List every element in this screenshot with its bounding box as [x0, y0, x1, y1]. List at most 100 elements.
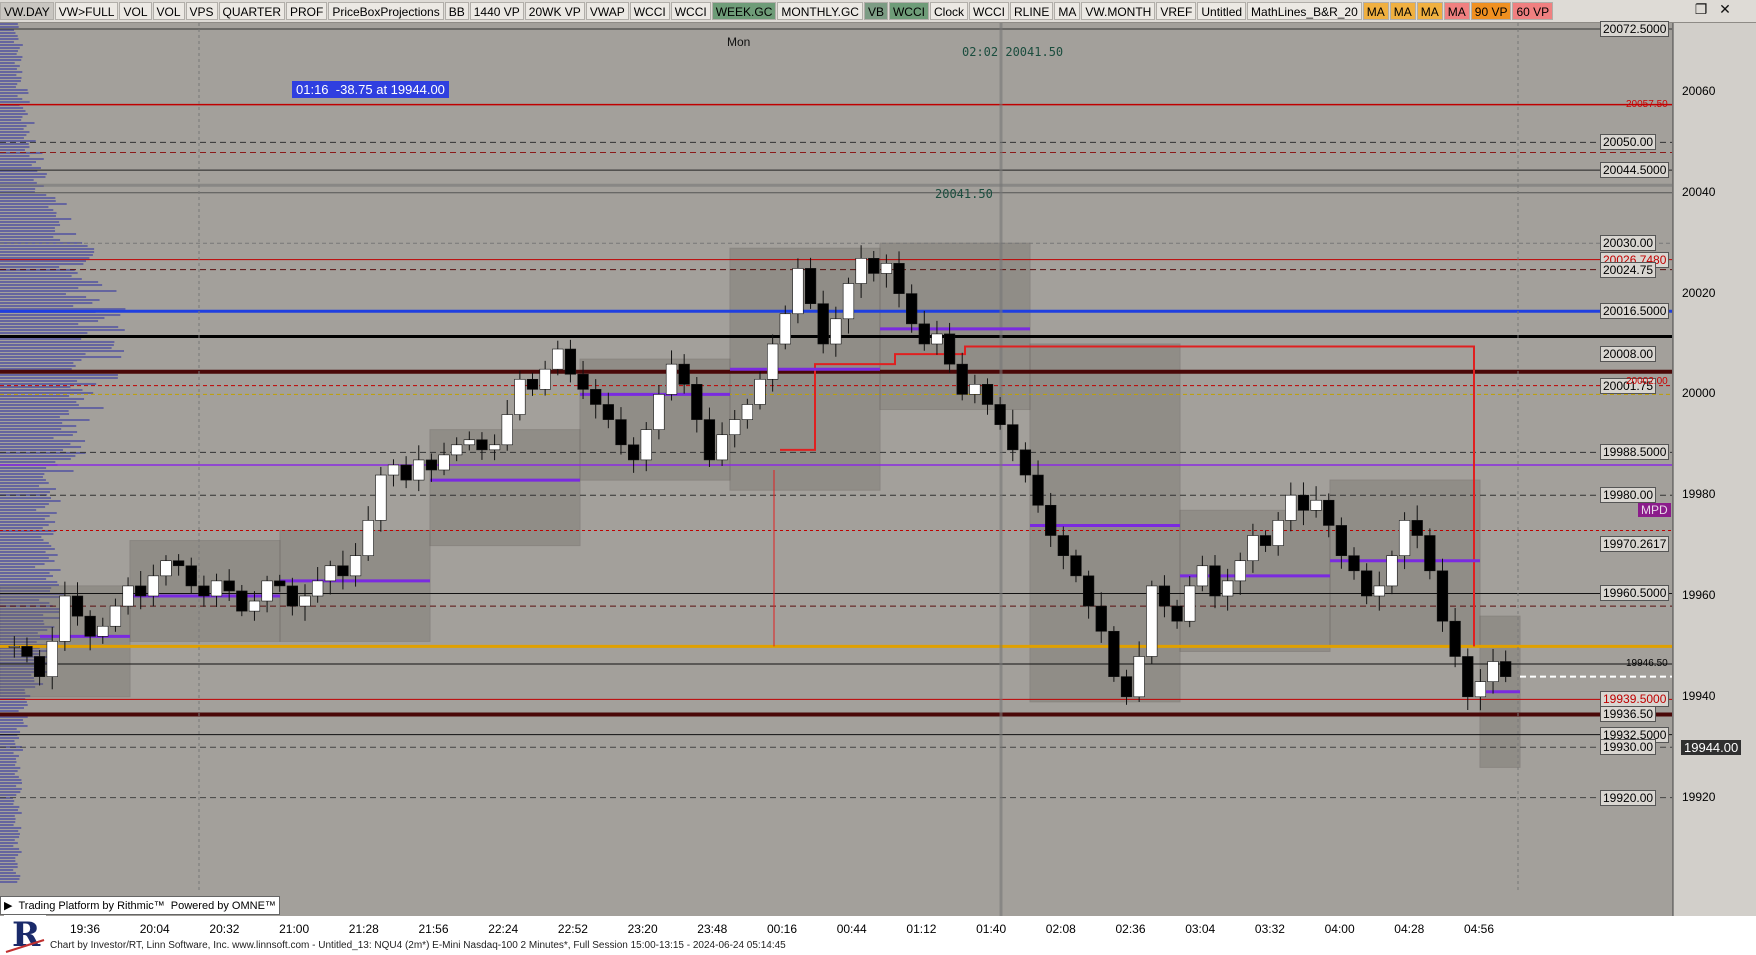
toolbar-button-ma[interactable]: MA [1389, 2, 1416, 20]
price-level-tag: 20030.00 [1600, 235, 1657, 252]
volume-profile-bar [0, 404, 79, 406]
volume-profile-bar [0, 524, 49, 526]
candle-body [539, 368, 551, 390]
volume-profile-bar [0, 26, 19, 28]
volume-profile-bar [0, 167, 41, 169]
toolbar-button-ma[interactable]: MA [1416, 2, 1443, 20]
volume-profile-bar [0, 788, 22, 790]
toolbar-button-clock[interactable]: Clock [929, 2, 968, 20]
toolbar-button-vol[interactable]: VOL [119, 2, 152, 20]
volume-profile-bar [0, 44, 23, 46]
volume-profile-bar [0, 32, 16, 34]
toolbar-button-mathlines-b-r-20[interactable]: MathLines_B&R_20 [1247, 2, 1362, 20]
candle-body [501, 414, 513, 446]
volume-profile-bar [0, 569, 61, 571]
candle-body [1082, 575, 1095, 607]
toolbar-button-week-gc[interactable]: WEEK.GC [711, 2, 777, 20]
toolbar-button-vwap[interactable]: VWAP [585, 2, 629, 20]
volume-profile-bar [0, 791, 21, 793]
volume-profile-bar [0, 41, 14, 43]
toolbar-button-wcci[interactable]: WCCI [629, 2, 670, 20]
volume-profile-bar [0, 881, 18, 883]
volume-profile-bar [0, 503, 49, 505]
volume-profile-bar [0, 344, 114, 346]
toolbar-button-wcci[interactable]: WCCI [670, 2, 711, 20]
toolbar-button-90-vp[interactable]: 90 VP [1470, 2, 1512, 20]
volume-profile-bar [0, 446, 82, 448]
volume-profile-bar [0, 518, 45, 520]
volume-profile-bar [0, 281, 99, 283]
candle-body [842, 283, 855, 320]
volume-profile-bar [0, 68, 17, 70]
candle-body [1070, 555, 1082, 577]
time-tick-label: 04:00 [1324, 922, 1355, 936]
volume-profile-bar [0, 761, 17, 763]
toolbar-button-prof[interactable]: PROF [285, 2, 328, 20]
indicator-toolbar: VW.DAY VW>FULL VOL VOL VPS QUARTER PROF PriceBo… [0, 0, 1756, 23]
toolbar-button-quarter[interactable]: QUARTER [218, 2, 285, 20]
close-icon[interactable]: ✕ [1716, 2, 1734, 19]
volume-profile-bar [0, 557, 49, 559]
volume-profile-bar [0, 332, 88, 334]
candle-body [943, 333, 956, 365]
toolbar-button-1440-vp[interactable]: 1440 VP [469, 2, 524, 20]
volume-profile-bar [0, 752, 14, 754]
price-level-tag: 20008.00 [1600, 346, 1657, 363]
toolbar-button-untitled[interactable]: Untitled [1197, 2, 1247, 20]
toolbar-button-vw-day[interactable]: VW.DAY [0, 2, 54, 20]
volume-profile-bar [0, 878, 20, 880]
toolbar-button-ma[interactable]: MA [1443, 2, 1470, 20]
candle-body [1095, 605, 1107, 632]
volume-profile-bar [0, 353, 86, 355]
volume-profile-bar [0, 545, 52, 547]
volume-profile-bar [0, 248, 95, 250]
toolbar-button-wcci[interactable]: WCCI [969, 2, 1009, 20]
volume-profile-bar [0, 533, 54, 535]
volume-profile-bar [0, 704, 28, 706]
toolbar-button-priceboxprojections[interactable]: PriceBoxProjections [328, 2, 444, 20]
volume-profile-bar [0, 866, 18, 868]
candle-body [830, 318, 842, 345]
price-chart[interactable] [0, 23, 1756, 916]
time-tick-label: 23:48 [697, 922, 728, 936]
volume-profile-bar [0, 413, 70, 415]
time-tick-label: 22:24 [488, 922, 519, 936]
candle-body [173, 560, 185, 567]
toolbar-button-60-vp[interactable]: 60 VP [1512, 2, 1554, 20]
toolbar-button-vol[interactable]: VOL [152, 2, 185, 20]
toolbar-button-vw-full[interactable]: VW>FULL [54, 2, 119, 20]
volume-profile-bar [0, 764, 16, 766]
toolbar-button-rline[interactable]: RLINE [1010, 2, 1054, 20]
toolbar-button-ma[interactable]: MA [1054, 2, 1081, 20]
axis-tick-label: 20060 [1682, 84, 1716, 98]
volume-profile-bar [0, 875, 21, 877]
candle-body [1348, 555, 1360, 572]
toolbar-button-20wk-vp[interactable]: 20WK VP [524, 2, 585, 20]
rithmic-badge: ▶ Trading Platform by Rithmic™ Powered b… [0, 896, 280, 915]
toolbar-button-vref[interactable]: VREF [1156, 2, 1197, 20]
toolbar-button-bb[interactable]: BB [444, 2, 469, 20]
toolbar-button-vw-month[interactable]: VW.MONTH [1081, 2, 1156, 20]
candle-body [312, 580, 324, 597]
candle-body [1285, 494, 1297, 521]
volume-profile-bar [0, 302, 93, 304]
candle-body [375, 474, 387, 521]
volume-profile-bar [0, 428, 62, 430]
axis-tick-label: 19980 [1682, 487, 1716, 502]
volume-profile-bar [0, 146, 30, 148]
period-box [279, 529, 431, 642]
toolbar-button-vps[interactable]: VPS [185, 2, 218, 20]
restore-icon[interactable]: ❐ [1692, 2, 1710, 19]
toolbar-button-monthly-gc[interactable]: MONTHLY.GC [777, 2, 863, 20]
toolbar-button-ma[interactable]: MA [1362, 2, 1389, 20]
candle-body [906, 293, 918, 325]
volume-profile-bar [0, 278, 82, 280]
price-level-tag: 19930.00 [1600, 739, 1657, 756]
candle-body [299, 595, 311, 607]
toolbar-button-vb[interactable]: VB [863, 2, 888, 20]
candle-body [1120, 676, 1133, 698]
toolbar-button-wcci[interactable]: WCCI [888, 2, 929, 20]
candle-body [1462, 656, 1474, 698]
candle-body [1398, 520, 1411, 556]
candle-body [438, 454, 450, 471]
